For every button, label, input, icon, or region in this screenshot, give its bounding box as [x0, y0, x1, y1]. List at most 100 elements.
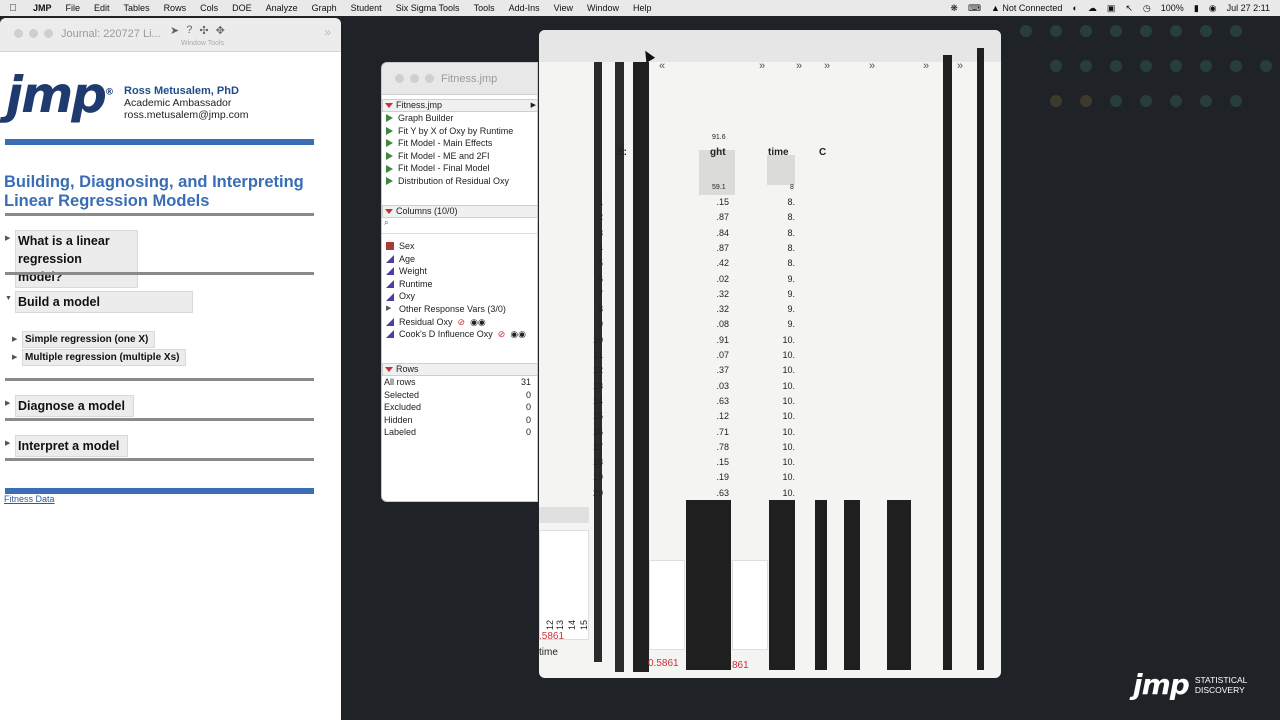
- script-item[interactable]: Fit Model - Final Model: [382, 162, 537, 175]
- menu-add-ins[interactable]: Add-Ins: [502, 3, 547, 13]
- outline-simple[interactable]: ▶ Simple regression (one X): [12, 331, 156, 348]
- screen-mirror-icon[interactable]: ▣: [1107, 3, 1116, 14]
- row-number[interactable]: 9: [579, 319, 603, 329]
- menu-doe[interactable]: DOE: [225, 3, 259, 13]
- column-header[interactable]: time: [768, 147, 789, 158]
- column-item[interactable]: Oxy: [382, 290, 537, 303]
- row-number[interactable]: 16: [579, 427, 603, 437]
- menu-app[interactable]: JMP: [26, 3, 59, 13]
- openai-icon[interactable]: ❋: [950, 3, 958, 14]
- fitness-data-link[interactable]: Fitness Data: [4, 494, 55, 504]
- outline-interpret-button[interactable]: Interpret a model: [15, 435, 129, 457]
- script-item[interactable]: Graph Builder: [382, 112, 537, 125]
- chevron-right-icon[interactable]: »: [869, 60, 875, 72]
- menu-window[interactable]: Window: [580, 3, 626, 13]
- rows-summary-row[interactable]: Labeled 0: [382, 426, 537, 439]
- script-item[interactable]: Fit Model - ME and 2FI: [382, 150, 537, 163]
- zoom-button[interactable]: [425, 74, 434, 83]
- row-number[interactable]: 1: [579, 197, 603, 207]
- move-tool-icon[interactable]: ✥: [216, 24, 225, 37]
- outline-multiple[interactable]: ▶ Multiple regression (multiple Xs): [12, 349, 187, 366]
- rows-summary-row[interactable]: Hidden 0: [382, 414, 537, 427]
- location-arrow-icon[interactable]: ↖: [1125, 3, 1133, 14]
- minimize-button[interactable]: [29, 29, 38, 38]
- outline-what-is-button[interactable]: What is a linear regression model?: [15, 230, 138, 288]
- chevron-right-icon[interactable]: »: [324, 25, 331, 39]
- chevron-right-icon[interactable]: »: [824, 60, 830, 72]
- outline-diagnose[interactable]: ▶ Diagnose a model: [5, 395, 134, 417]
- script-item[interactable]: Fit Y by X of Oxy by Runtime: [382, 125, 537, 138]
- row-number[interactable]: 8: [579, 304, 603, 314]
- row-number[interactable]: 14: [579, 396, 603, 406]
- rows-summary-row[interactable]: Excluded 0: [382, 401, 537, 414]
- disclosure-right-icon[interactable]: ▶: [5, 234, 15, 242]
- time-machine-icon[interactable]: ◷: [1143, 3, 1151, 14]
- outline-what-is[interactable]: ▶ What is a linear regression model?: [5, 230, 138, 288]
- network-status[interactable]: ▲ Not Connected: [991, 3, 1062, 13]
- menu-rows[interactable]: Rows: [157, 3, 194, 13]
- minimize-button[interactable]: [410, 74, 419, 83]
- outline-interpret[interactable]: ▶ Interpret a model: [5, 435, 129, 457]
- menu-file[interactable]: File: [59, 3, 88, 13]
- column-header[interactable]: S:: [617, 147, 627, 158]
- row-number[interactable]: 17: [579, 442, 603, 452]
- red-triangle-menu-icon[interactable]: [385, 209, 393, 214]
- row-number[interactable]: 13: [579, 381, 603, 391]
- row-number[interactable]: 15: [579, 411, 603, 421]
- menu-edit[interactable]: Edit: [87, 3, 117, 13]
- column-item[interactable]: Cook's D Influence Oxy ⊘ ◉◉: [382, 328, 537, 341]
- outline-simple-button[interactable]: Simple regression (one X): [22, 331, 156, 348]
- row-number[interactable]: 12: [579, 365, 603, 375]
- battery-icon[interactable]: ▮: [1194, 3, 1199, 14]
- menu-tables[interactable]: Tables: [117, 3, 157, 13]
- chevron-left-icon[interactable]: «: [659, 60, 665, 72]
- menu-graph[interactable]: Graph: [305, 3, 344, 13]
- row-number[interactable]: 2: [579, 212, 603, 222]
- menu-help[interactable]: Help: [626, 3, 659, 13]
- column-item[interactable]: Sex: [382, 240, 537, 253]
- disclosure-right-icon[interactable]: ▶: [5, 399, 15, 407]
- column-item[interactable]: Runtime: [382, 278, 537, 291]
- outline-build[interactable]: ▼ Build a model: [5, 291, 193, 313]
- row-number[interactable]: 20: [579, 488, 603, 498]
- row-number[interactable]: 19: [579, 472, 603, 482]
- row-number[interactable]: 3: [579, 228, 603, 238]
- table-header[interactable]: Fitness.jmp ▶: [382, 99, 537, 112]
- column-header[interactable]: ght: [710, 147, 726, 158]
- clock[interactable]: Jul 27 2:11: [1227, 3, 1270, 13]
- chevron-right-icon[interactable]: »: [796, 60, 802, 72]
- row-number[interactable]: 11: [579, 350, 603, 360]
- menu-student[interactable]: Student: [344, 3, 389, 13]
- column-search-input[interactable]: ⌕: [382, 218, 537, 234]
- row-number[interactable]: 5: [579, 258, 603, 268]
- column-item[interactable]: Age: [382, 253, 537, 266]
- play-icon[interactable]: ▶: [531, 100, 536, 111]
- zoom-button[interactable]: [44, 29, 53, 38]
- chevron-right-icon[interactable]: »: [957, 60, 963, 72]
- selection-tool-icon[interactable]: ✣: [199, 24, 208, 37]
- chevron-right-icon[interactable]: »: [923, 60, 929, 72]
- keyboard-icon[interactable]: ⌨: [968, 3, 981, 14]
- rows-summary-row[interactable]: Selected 0: [382, 389, 537, 402]
- row-number[interactable]: 7: [579, 289, 603, 299]
- disclosure-right-icon[interactable]: ▶: [386, 303, 394, 316]
- chevron-right-icon[interactable]: »: [759, 60, 765, 72]
- cloud-icon[interactable]: ☁: [1088, 3, 1097, 14]
- menu-tools[interactable]: Tools: [467, 3, 502, 13]
- row-number[interactable]: 6: [579, 274, 603, 284]
- journal-titlebar[interactable]: Journal: 220727 Li... ➤ ? ✣ ✥ Window Too…: [0, 18, 341, 52]
- menu-six-sigma[interactable]: Six Sigma Tools: [389, 3, 467, 13]
- outline-diagnose-button[interactable]: Diagnose a model: [15, 395, 134, 417]
- columns-header[interactable]: Columns (10/0): [382, 205, 537, 218]
- arrow-tool-icon[interactable]: ➤: [170, 24, 179, 37]
- row-number[interactable]: 18: [579, 457, 603, 467]
- column-item[interactable]: Weight: [382, 265, 537, 278]
- menu-analyze[interactable]: Analyze: [259, 3, 305, 13]
- column-item[interactable]: Residual Oxy ⊘ ◉◉: [382, 316, 537, 329]
- help-tool-icon[interactable]: ?: [186, 24, 192, 37]
- disclosure-right-icon[interactable]: ▶: [12, 353, 22, 361]
- script-item[interactable]: Fit Model - Main Effects: [382, 137, 537, 150]
- menu-view[interactable]: View: [547, 3, 580, 13]
- apple-icon[interactable]: : [0, 3, 26, 14]
- disclosure-down-icon[interactable]: ▼: [5, 295, 15, 302]
